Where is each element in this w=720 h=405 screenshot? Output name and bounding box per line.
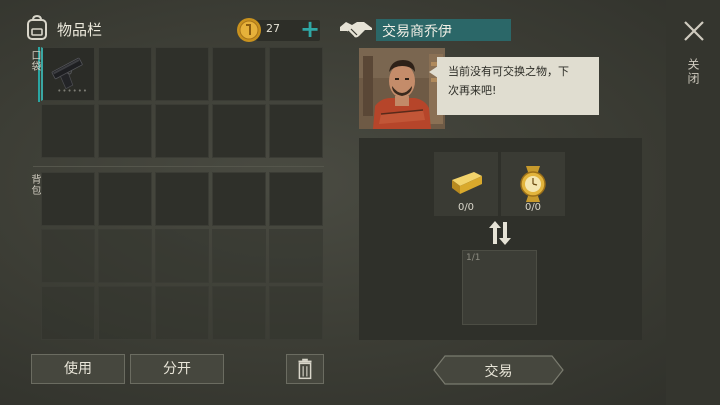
pocket-grid: •••••• — [41, 47, 323, 158]
backpack-slot[interactable] — [98, 172, 152, 226]
coin-icon — [237, 18, 261, 42]
trader-message-line: 当前没有可交换之物，下 — [448, 65, 569, 78]
offer-count: 0/0 — [457, 202, 475, 213]
backpack-grid — [41, 172, 323, 340]
backpack-slot[interactable] — [269, 172, 323, 226]
split-button[interactable]: 分开 — [130, 354, 224, 384]
backpack-slot-locked — [269, 286, 323, 340]
backpack-label: 背包 — [29, 174, 40, 196]
backpack-slot-locked — [212, 286, 266, 340]
pocket-label: 口袋 — [29, 50, 40, 72]
pocket-slot[interactable] — [212, 104, 266, 158]
backpack-slot-locked — [155, 286, 209, 340]
backpack-slot-locked — [41, 286, 95, 340]
use-button[interactable]: 使用 — [31, 354, 125, 384]
trader-portrait — [359, 48, 445, 129]
backpack-slot-locked — [212, 229, 266, 283]
pocket-slot[interactable] — [269, 47, 323, 101]
discard-button[interactable] — [286, 354, 324, 384]
close-icon[interactable] — [683, 20, 705, 42]
pocket-slot[interactable]: •••••• — [41, 47, 95, 101]
backpack-slot-locked — [269, 229, 323, 283]
handshake-icon — [340, 22, 372, 38]
backpack-slot[interactable] — [212, 172, 266, 226]
pocket-slot[interactable] — [98, 47, 152, 101]
trader-message-line: 次再来吧! — [448, 84, 497, 97]
close-label[interactable]: 关闭 — [685, 58, 702, 86]
backpack-slot-locked — [98, 286, 152, 340]
trader-speech-bubble: 当前没有可交换之物，下 次再来吧! — [437, 57, 599, 115]
pocket-slot[interactable] — [41, 104, 95, 158]
inventory-title: 物品栏 — [57, 21, 103, 39]
pocket-slot[interactable] — [269, 104, 323, 158]
backpack-slot-locked — [41, 229, 95, 283]
pocket-slot[interactable] — [155, 104, 209, 158]
add-coins-button[interactable]: + — [300, 17, 320, 41]
backpack-slot[interactable] — [41, 172, 95, 226]
trade-button-label: 交易 — [484, 364, 513, 380]
pocket-slot[interactable] — [155, 47, 209, 101]
trash-icon — [298, 358, 312, 380]
coin-count: 27 — [266, 22, 280, 35]
backpack-slot-locked — [98, 229, 152, 283]
offer-count: 0/0 — [524, 202, 542, 213]
section-divider — [33, 166, 324, 167]
backpack-icon — [27, 15, 47, 40]
trader-name: 交易商乔伊 — [382, 24, 452, 40]
exchange-arrows-icon — [489, 221, 511, 245]
pocket-slot[interactable] — [98, 104, 152, 158]
pocket-slot[interactable] — [212, 47, 266, 101]
result-count: 1/1 — [466, 253, 481, 263]
backpack-slot-locked — [155, 229, 209, 283]
backpack-slot[interactable] — [155, 172, 209, 226]
item-quality-dots: •••••• — [57, 87, 88, 95]
